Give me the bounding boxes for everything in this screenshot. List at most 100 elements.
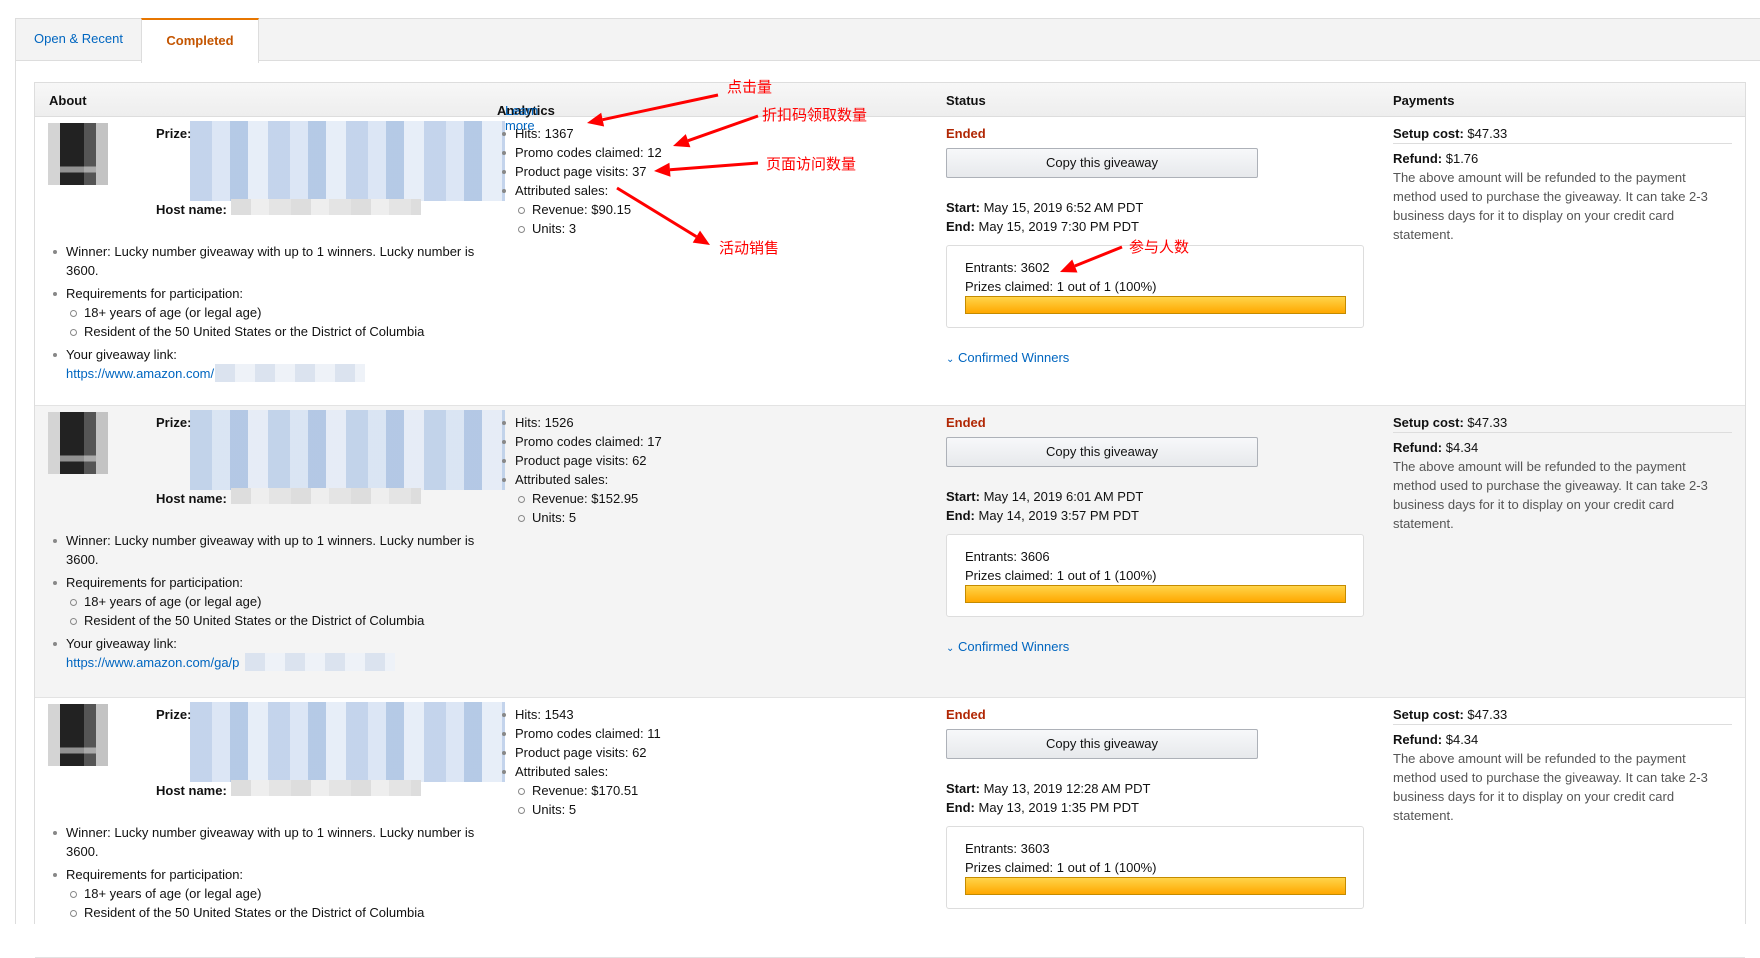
- entrants-count: Entrants: 3606: [965, 549, 1050, 564]
- link-redacted: [215, 364, 365, 382]
- giveaway-link-label: Your giveaway link:: [53, 347, 177, 362]
- prizes-claimed-progress-bar: [965, 877, 1346, 895]
- analytics-hits: Hits: 1526: [502, 415, 574, 430]
- prizes-claimed-progress-bar: [965, 585, 1346, 603]
- analytics-attributed-sales: Attributed sales:: [501, 183, 609, 198]
- prizes-claimed: Prizes claimed: 1 out of 1 (100%): [965, 860, 1157, 875]
- link-redacted: [245, 653, 395, 671]
- header-payments: Payments: [1393, 93, 1455, 108]
- requirement-residence: Resident of the 50 United States or the …: [69, 324, 425, 339]
- refund-note: method used to purchase the giveaway. It…: [1393, 189, 1708, 204]
- analytics-revenue: Revenue: $152.95: [517, 491, 639, 506]
- requirements-label: Requirements for participation:: [52, 286, 244, 301]
- end-date: End: May 15, 2019 7:30 PM PDT: [946, 219, 1139, 234]
- status-ended: Ended: [946, 126, 986, 141]
- analytics-hits: Hits: 1367: [502, 126, 574, 141]
- setup-cost: Setup cost: $47.33: [1393, 415, 1508, 430]
- confirmed-winners-toggle[interactable]: ⌄ Confirmed Winners: [946, 348, 1069, 369]
- giveaways-table: About Analytics Learn more Status Payment…: [34, 82, 1746, 958]
- requirement-residence: Resident of the 50 United States or the …: [69, 905, 425, 920]
- annotation-entrants: 参与人数: [1129, 239, 1190, 256]
- divider: [1393, 432, 1732, 433]
- refund: Refund: $4.34: [1393, 440, 1479, 455]
- refund-note: The above amount will be refunded to the…: [1393, 170, 1686, 185]
- prizes-claimed: Prizes claimed: 1 out of 1 (100%): [965, 279, 1157, 294]
- analytics-page-visits: Product page visits: 62: [502, 453, 647, 468]
- annotation-visits: 页面访问数量: [766, 156, 857, 173]
- winner-info: Winner: Lucky number giveaway with up to…: [52, 825, 475, 840]
- giveaway-link[interactable]: https://www.amazon.com/: [66, 364, 214, 383]
- prize-name-redacted: [190, 121, 505, 201]
- host-name-label: Host name:: [156, 491, 227, 506]
- lucky-number: 3600.: [66, 844, 99, 859]
- requirements-label: Requirements for participation:: [52, 575, 244, 590]
- table-header: About Analytics Learn more Status Payment…: [35, 83, 1745, 133]
- prize-name-redacted: [190, 410, 505, 490]
- requirement-residence: Resident of the 50 United States or the …: [69, 613, 425, 628]
- analytics-promo-codes: Promo codes claimed: 12: [502, 145, 662, 160]
- analytics-hits: Hits: 1543: [502, 707, 574, 722]
- annotation-hits: 点击量: [727, 79, 773, 96]
- requirement-age: 18+ years of age (or legal age): [69, 594, 262, 609]
- entrants-box: Entrants: 3602 Prizes claimed: 1 out of …: [946, 245, 1364, 328]
- lucky-number: 3600.: [66, 263, 99, 278]
- chevron-down-icon: ⌄: [946, 643, 955, 654]
- page-border: [15, 61, 16, 924]
- divider: [1393, 724, 1732, 725]
- refund-note: business days for it to display on your …: [1393, 789, 1675, 804]
- start-date: Start: May 13, 2019 12:28 AM PDT: [946, 781, 1151, 796]
- copy-giveaway-button[interactable]: Copy this giveaway: [946, 729, 1258, 759]
- table-row: Prize: Host name: Winner: Lucky number giv…: [35, 117, 1745, 406]
- refund: Refund: $4.34: [1393, 732, 1479, 747]
- annotation-sales: 活动销售: [719, 240, 780, 257]
- divider: [1393, 143, 1732, 144]
- host-name-redacted: [231, 199, 421, 215]
- prizes-claimed-progress-bar: [965, 296, 1346, 314]
- analytics-units: Units: 5: [517, 802, 577, 817]
- status-ended: Ended: [946, 415, 986, 430]
- prize-label: Prize:: [156, 707, 192, 722]
- refund-note: method used to purchase the giveaway. It…: [1393, 770, 1708, 785]
- requirement-age: 18+ years of age (or legal age): [69, 305, 262, 320]
- end-date: End: May 13, 2019 1:35 PM PDT: [946, 800, 1139, 815]
- copy-giveaway-button[interactable]: Copy this giveaway: [946, 437, 1258, 467]
- chevron-down-icon: ⌄: [946, 354, 955, 365]
- giveaway-link[interactable]: https://www.amazon.com/ga/p: [66, 653, 239, 672]
- host-name-redacted: [231, 488, 421, 504]
- analytics-page-visits: Product page visits: 62: [502, 745, 647, 760]
- entrants-count: Entrants: 3602: [965, 260, 1050, 275]
- refund-note: The above amount will be refunded to the…: [1393, 751, 1686, 766]
- analytics-revenue: Revenue: $170.51: [517, 783, 639, 798]
- analytics-units: Units: 3: [517, 221, 577, 236]
- entrants-count: Entrants: 3603: [965, 841, 1050, 856]
- host-name-label: Host name:: [156, 783, 227, 798]
- copy-giveaway-button[interactable]: Copy this giveaway: [946, 148, 1258, 178]
- prize-thumbnail: [48, 412, 108, 474]
- confirmed-winners-toggle[interactable]: ⌄ Confirmed Winners: [946, 637, 1069, 658]
- entrants-box: Entrants: 3606 Prizes claimed: 1 out of …: [946, 534, 1364, 617]
- prizes-claimed: Prizes claimed: 1 out of 1 (100%): [965, 568, 1157, 583]
- tab-open-recent[interactable]: Open & Recent: [16, 18, 141, 62]
- setup-cost: Setup cost: $47.33: [1393, 126, 1508, 141]
- giveaway-link-label: Your giveaway link:: [53, 636, 177, 651]
- start-date: Start: May 15, 2019 6:52 AM PDT: [946, 200, 1144, 215]
- refund-note: statement.: [1393, 227, 1454, 242]
- refund-note: business days for it to display on your …: [1393, 208, 1675, 223]
- tab-completed[interactable]: Completed: [141, 18, 259, 63]
- requirements-label: Requirements for participation:: [52, 867, 244, 882]
- winner-info: Winner: Lucky number giveaway with up to…: [52, 244, 475, 259]
- host-name-label: Host name:: [156, 202, 227, 217]
- status-ended: Ended: [946, 707, 986, 722]
- tab-bar: Open & Recent Completed: [15, 18, 1760, 63]
- table-row: Prize: Host name: Winner: Lucky number giv…: [35, 406, 1745, 698]
- prize-thumbnail: [48, 123, 108, 185]
- analytics-revenue: Revenue: $90.15: [517, 202, 632, 217]
- analytics-promo-codes: Promo codes claimed: 11: [502, 726, 661, 741]
- annotation-promo: 折扣码领取数量: [762, 107, 868, 124]
- analytics-attributed-sales: Attributed sales:: [501, 472, 609, 487]
- header-status: Status: [946, 93, 986, 108]
- prize-thumbnail: [48, 704, 108, 766]
- analytics-attributed-sales: Attributed sales:: [501, 764, 609, 779]
- entrants-box: Entrants: 3603 Prizes claimed: 1 out of …: [946, 826, 1364, 909]
- start-date: Start: May 14, 2019 6:01 AM PDT: [946, 489, 1144, 504]
